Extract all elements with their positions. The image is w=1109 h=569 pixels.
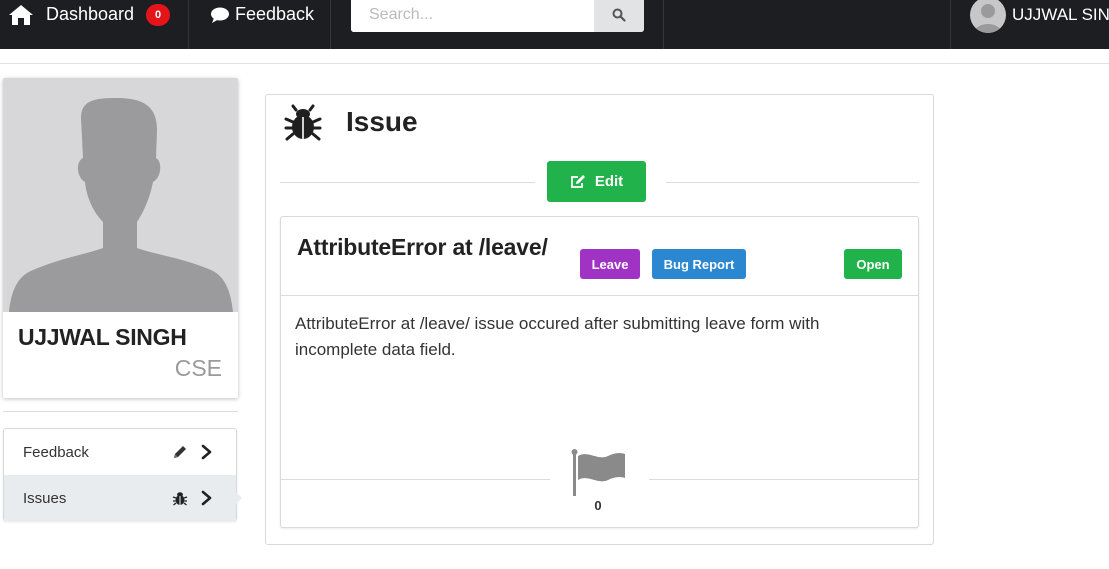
issue-description: AttributeError at /leave/ issue occured … <box>295 314 820 359</box>
issue-heading: Issue <box>346 106 418 137</box>
nav-dashboard-label: Dashboard <box>46 4 135 24</box>
profile-card: UJJWAL SINGH CSE <box>3 78 238 398</box>
top-navbar: Dashboard 0 Feedback UJJWAL SIN <box>0 0 1109 49</box>
sidebar-item-label: Issues <box>23 489 67 507</box>
sidebar-divider <box>3 411 238 412</box>
edit-divider <box>280 182 535 183</box>
card-divider <box>281 295 918 296</box>
bug-icon <box>284 104 322 141</box>
flag-divider <box>281 479 550 480</box>
nav-divider <box>188 0 189 49</box>
search-icon <box>612 8 626 22</box>
search-button[interactable] <box>594 0 644 32</box>
user-avatar-icon <box>970 0 1006 33</box>
sidebar-item-issues[interactable]: Issues <box>4 475 236 521</box>
profile-department: CSE <box>174 355 222 381</box>
nav-user-name: UJJWAL SIN <box>1012 4 1109 24</box>
pencil-icon <box>174 446 186 458</box>
nav-divider <box>663 0 664 49</box>
status-badge[interactable]: Open <box>844 249 902 279</box>
home-icon <box>9 4 33 25</box>
edit-button[interactable]: Edit <box>547 161 646 202</box>
search-input[interactable] <box>351 0 594 32</box>
nav-feedback-link[interactable]: Feedback <box>210 0 314 39</box>
flag-icon[interactable] <box>570 447 628 497</box>
edit-button-label: Edit <box>594 173 624 190</box>
flag-divider <box>649 479 918 480</box>
nav-dashboard-link[interactable]: Dashboard 0 <box>8 0 171 39</box>
side-menu: Feedback Issues <box>3 428 237 521</box>
search-box <box>351 0 644 32</box>
header-divider <box>0 63 1109 64</box>
nav-feedback-label: Feedback <box>235 4 315 24</box>
edit-divider <box>666 182 919 183</box>
nav-divider <box>330 0 331 49</box>
category-tag[interactable]: Leave <box>580 249 640 279</box>
profile-avatar <box>3 78 238 312</box>
person-silhouette-icon <box>9 98 233 312</box>
issue-title: AttributeError at /leave/ <box>297 234 548 260</box>
chevron-right-icon <box>201 444 212 460</box>
type-tag[interactable]: Bug Report <box>652 249 746 279</box>
edit-icon <box>570 175 585 188</box>
sidebar-item-label: Feedback <box>23 443 89 461</box>
flag-count: 0 <box>594 498 602 513</box>
nav-user-menu[interactable]: UJJWAL SIN <box>970 0 1109 39</box>
chevron-right-icon <box>201 490 212 506</box>
active-item-pointer <box>234 490 242 506</box>
notification-badge: 0 <box>146 3 171 26</box>
comment-icon <box>211 7 229 23</box>
bug-icon <box>172 492 188 506</box>
profile-name: UJJWAL SINGH <box>18 324 187 350</box>
sidebar-item-feedback[interactable]: Feedback <box>4 429 236 475</box>
nav-divider <box>950 0 951 49</box>
